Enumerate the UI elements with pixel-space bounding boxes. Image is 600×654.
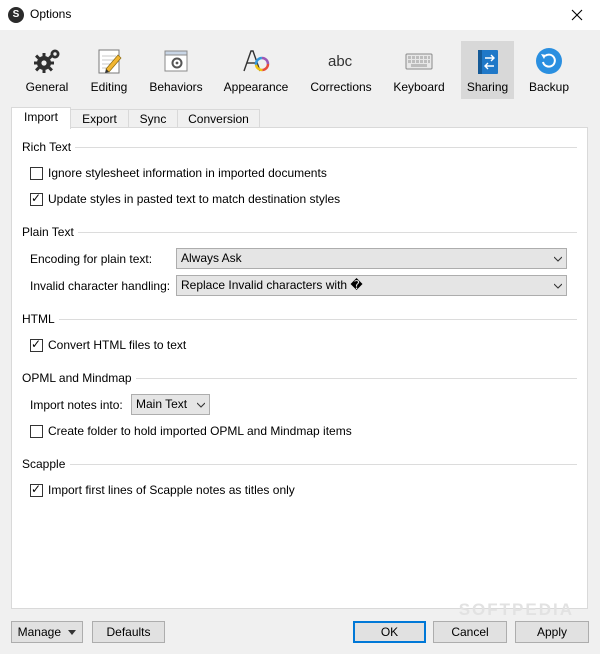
invalid-char-value: Replace Invalid characters with � bbox=[181, 278, 363, 292]
toolbar-label: Keyboard bbox=[393, 80, 445, 94]
font-color-icon bbox=[243, 50, 270, 72]
toolbar-behaviors[interactable]: Behaviors bbox=[145, 41, 207, 99]
chevron-down-icon bbox=[554, 256, 562, 262]
backup-icon bbox=[536, 48, 562, 74]
toolbar-editing[interactable]: Editing bbox=[83, 41, 135, 99]
defaults-button[interactable]: Defaults bbox=[92, 621, 165, 643]
divider bbox=[70, 464, 577, 465]
gears-icon bbox=[34, 49, 60, 73]
checkbox-label: Convert HTML files to text bbox=[48, 338, 187, 352]
cancel-button[interactable]: Cancel bbox=[433, 621, 507, 643]
toolbar-label: Sharing bbox=[466, 80, 509, 94]
checkbox-box[interactable]: ✓ bbox=[30, 482, 43, 497]
keyboard-icon bbox=[405, 53, 433, 70]
toolbar-keyboard[interactable]: Keyboard bbox=[390, 41, 448, 99]
svg-text:abc: abc bbox=[328, 53, 353, 70]
checkbox-label: Ignore stylesheet information in importe… bbox=[48, 166, 327, 180]
toolbar-label: Appearance bbox=[223, 80, 289, 94]
chevron-down-icon bbox=[554, 283, 562, 289]
toolbar-appearance[interactable]: Appearance bbox=[220, 41, 292, 99]
ok-button[interactable]: OK bbox=[353, 621, 426, 643]
html-heading: HTML bbox=[22, 312, 59, 326]
checkbox-label: Create folder to hold imported OPML and … bbox=[48, 424, 352, 438]
toolbar-label: Behaviors bbox=[149, 80, 203, 94]
checkbox-box[interactable] bbox=[30, 425, 43, 438]
rich-text-heading: Rich Text bbox=[22, 140, 76, 154]
manage-button[interactable]: Manage bbox=[11, 621, 83, 643]
apply-button[interactable]: Apply bbox=[515, 621, 589, 643]
close-button[interactable] bbox=[554, 0, 600, 30]
title-bar: S Options bbox=[0, 0, 600, 30]
toolbar-general[interactable]: General bbox=[19, 41, 75, 99]
button-label: Manage bbox=[17, 625, 62, 639]
toolbar-corrections[interactable]: abc Corrections bbox=[306, 41, 376, 99]
divider bbox=[72, 147, 577, 148]
window-title: Options bbox=[30, 7, 72, 21]
caret-down-icon bbox=[68, 630, 77, 635]
preferences-toolbar: General Editing Behaviors Appearance abc… bbox=[0, 30, 600, 102]
tab-export[interactable]: Export bbox=[70, 109, 129, 128]
app-logo-icon: S bbox=[8, 7, 24, 23]
checkbox-box[interactable]: ✓ bbox=[30, 191, 43, 206]
notepad-pencil-icon bbox=[98, 49, 122, 74]
toolbar-label: Editing bbox=[90, 80, 128, 94]
chevron-down-icon bbox=[197, 402, 205, 408]
scapple-heading: Scapple bbox=[22, 457, 70, 471]
divider bbox=[78, 232, 577, 233]
divider bbox=[56, 319, 577, 320]
plain-text-heading: Plain Text bbox=[22, 225, 78, 239]
toolbar-backup[interactable]: Backup bbox=[524, 41, 574, 99]
tab-conversion[interactable]: Conversion bbox=[177, 109, 260, 128]
watermark: SOFTPEDIA bbox=[458, 600, 574, 619]
checkbox-box[interactable] bbox=[30, 167, 43, 180]
import-notes-dropdown[interactable]: Main Text bbox=[131, 394, 210, 415]
opml-heading: OPML and Mindmap bbox=[22, 371, 136, 385]
divider bbox=[134, 378, 577, 379]
checkmark-icon: ✓ bbox=[31, 337, 42, 351]
tab-sync[interactable]: Sync bbox=[128, 109, 178, 128]
checkbox-box[interactable]: ✓ bbox=[30, 337, 43, 352]
abc-icon: abc bbox=[328, 53, 353, 70]
toolbar-label: Backup bbox=[528, 80, 570, 94]
invalid-char-dropdown[interactable]: Replace Invalid characters with � bbox=[176, 275, 567, 296]
toolbar-sharing[interactable]: Sharing bbox=[461, 41, 514, 99]
invalid-char-label: Invalid character handling: bbox=[30, 279, 171, 293]
checkbox-label: Import first lines of Scapple notes as t… bbox=[48, 483, 295, 497]
encoding-dropdown[interactable]: Always Ask bbox=[176, 248, 567, 269]
tab-import[interactable]: Import bbox=[11, 107, 71, 129]
toolbar-label: Corrections bbox=[310, 80, 372, 94]
toolbar-label: General bbox=[25, 80, 69, 94]
sharing-arrows-icon bbox=[477, 50, 498, 74]
window-gear-icon bbox=[164, 50, 188, 72]
import-notes-label: Import notes into: bbox=[30, 398, 123, 412]
import-notes-value: Main Text bbox=[136, 397, 188, 411]
encoding-value: Always Ask bbox=[181, 251, 242, 265]
close-icon bbox=[571, 9, 583, 21]
checkbox-label: Update styles in pasted text to match de… bbox=[48, 192, 341, 206]
checkmark-icon: ✓ bbox=[31, 191, 42, 205]
import-panel: Rich Text Ignore stylesheet information … bbox=[11, 127, 588, 609]
checkmark-icon: ✓ bbox=[31, 482, 42, 496]
encoding-label: Encoding for plain text: bbox=[30, 252, 153, 266]
